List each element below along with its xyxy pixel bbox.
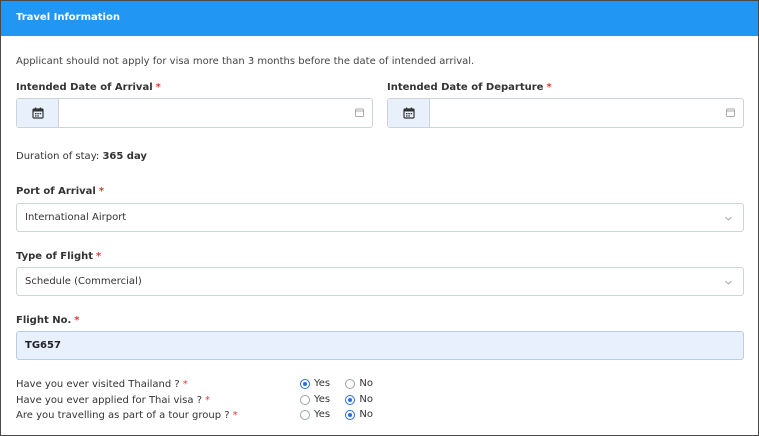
radio-checked[interactable]: [300, 378, 310, 389]
flight-no-input[interactable]: TG657: [16, 331, 744, 360]
radio-unchecked[interactable]: [300, 394, 310, 405]
arrival-date-input[interactable]: [16, 98, 373, 128]
question-applied-thai-visa: Have you ever applied for Thai visa ? *: [16, 395, 211, 406]
travel-information-panel: Travel Information Applicant should not …: [0, 0, 759, 436]
question-visited-thailand: Have you ever visited Thailand ? *: [16, 379, 188, 390]
required-marker: *: [546, 82, 552, 93]
departure-date-input[interactable]: [387, 98, 744, 128]
radio-unchecked[interactable]: [300, 409, 310, 420]
tour-group-yes[interactable]: Yes: [300, 409, 330, 420]
required-marker: *: [98, 186, 105, 197]
required-marker: *: [232, 410, 238, 421]
calendar-small-icon[interactable]: [355, 108, 364, 117]
required-marker: *: [74, 315, 80, 326]
type-of-flight-select[interactable]: Schedule (Commercial): [16, 267, 744, 296]
applied-thai-visa-no[interactable]: No: [345, 394, 373, 405]
required-marker: *: [96, 251, 102, 262]
visa-notice: Applicant should not apply for visa more…: [16, 56, 475, 67]
required-marker: *: [182, 379, 188, 390]
radio-checked[interactable]: [345, 409, 356, 420]
arrival-date-label: Intended Date of Arrival *: [16, 82, 161, 93]
required-marker: *: [155, 82, 161, 93]
panel-title: Travel Information: [16, 12, 120, 23]
calendar-icon: [31, 107, 44, 119]
radio-unchecked[interactable]: [345, 378, 356, 389]
question-tour-group: Are you travelling as part of a tour gro…: [16, 410, 238, 421]
departure-date-label: Intended Date of Departure *: [387, 82, 552, 93]
duration-value: 365 day: [102, 151, 147, 162]
flight-no-value: TG657: [25, 340, 61, 351]
applied-thai-visa-options: Yes No: [300, 394, 373, 408]
port-of-arrival-label: Port of Arrival *: [16, 186, 105, 197]
tour-group-no[interactable]: No: [345, 409, 373, 420]
required-marker: *: [205, 395, 211, 406]
type-of-flight-value: Schedule (Commercial): [25, 276, 142, 287]
visited-thailand-options: Yes No: [300, 378, 373, 392]
port-of-arrival-value: International Airport: [25, 212, 127, 223]
flight-no-label: Flight No. *: [16, 315, 80, 326]
calendar-icon: [402, 107, 415, 119]
visited-thailand-no[interactable]: No: [345, 378, 373, 389]
radio-checked[interactable]: [345, 394, 356, 405]
type-of-flight-label: Type of Flight *: [16, 251, 102, 262]
calendar-small-icon[interactable]: [726, 108, 735, 117]
applied-thai-visa-yes[interactable]: Yes: [300, 394, 330, 405]
chevron-down-icon: [725, 216, 732, 221]
visited-thailand-yes[interactable]: Yes: [300, 378, 330, 389]
tour-group-options: Yes No: [300, 409, 373, 423]
duration-of-stay: Duration of stay: 365 day: [16, 151, 147, 162]
chevron-down-icon: [725, 280, 732, 285]
panel-header: Travel Information: [1, 1, 758, 36]
port-of-arrival-select[interactable]: International Airport: [16, 203, 744, 232]
calendar-button[interactable]: [17, 99, 59, 127]
calendar-button[interactable]: [388, 99, 430, 127]
